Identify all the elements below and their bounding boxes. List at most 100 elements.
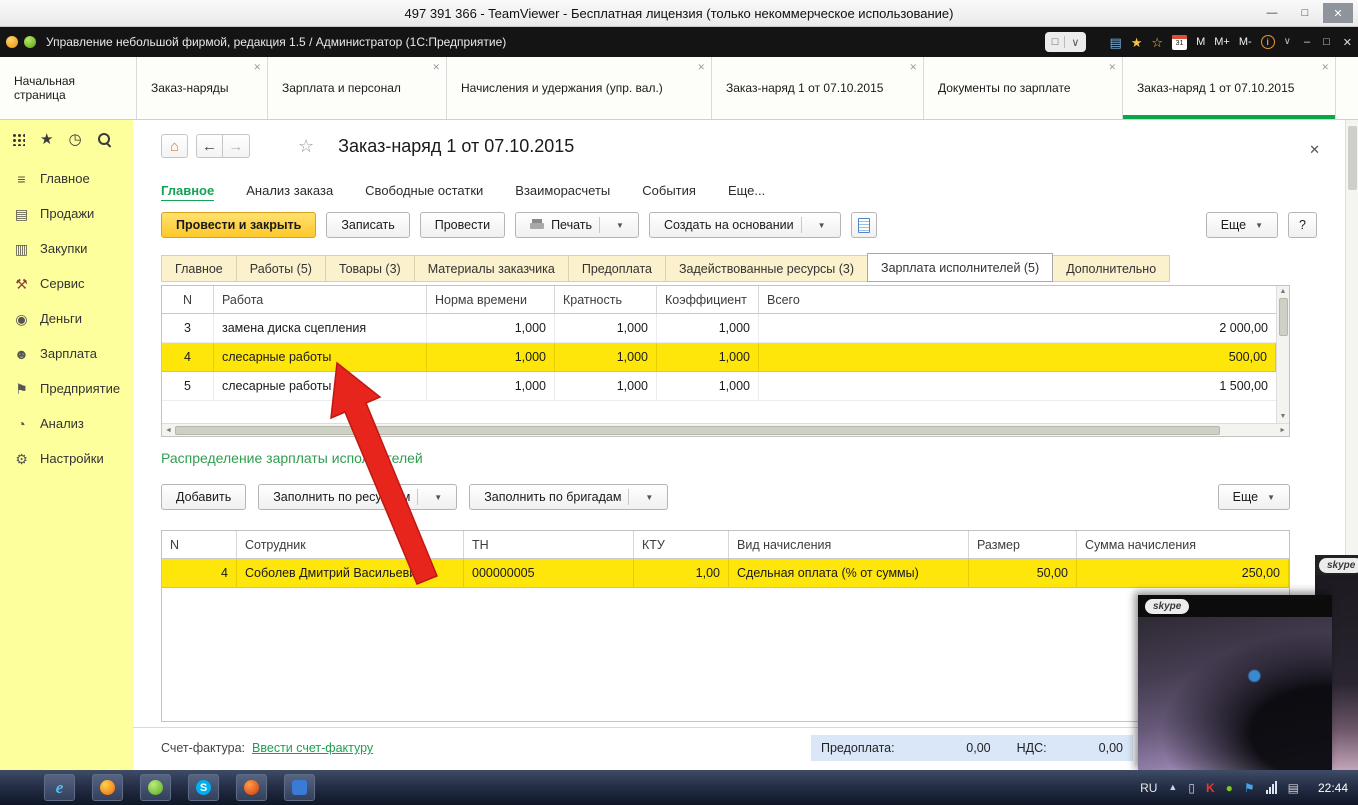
cell-sum[interactable]: 250,00	[1077, 559, 1289, 588]
taskbar-clock[interactable]: 22:44	[1318, 781, 1348, 795]
cell-employee[interactable]: Соболев Дмитрий Васильевич	[237, 559, 464, 588]
taskbar-item-mirc[interactable]	[140, 774, 171, 801]
home-button[interactable]: ⌂	[161, 134, 188, 158]
scroll-down-icon[interactable]: ▼	[1280, 411, 1287, 423]
tab-main[interactable]: Главное	[161, 255, 236, 282]
memory-m-button[interactable]: M	[1196, 36, 1205, 48]
skype-video-window[interactable]: skype	[1138, 595, 1332, 772]
table-row[interactable]: 5 слесарные работы 1,000 1,000 1,000 1 5…	[162, 372, 1276, 401]
taskbar-item-skype[interactable]: S	[188, 774, 219, 801]
sections-menu-icon[interactable]	[12, 133, 25, 146]
more-button[interactable]: Еще ▼	[1218, 484, 1290, 510]
sidebar-item-enterprise[interactable]: ⚑ Предприятие	[0, 371, 133, 406]
tab-accruals-deductions[interactable]: Начисления и удержания (упр. вал.) ✕	[447, 57, 712, 119]
nav-link-settlements[interactable]: Взаиморасчеты	[515, 183, 610, 201]
scroll-thumb[interactable]	[1348, 126, 1357, 190]
tab-home-page[interactable]: Начальная страница	[0, 57, 137, 119]
scroll-thumb[interactable]	[175, 426, 1220, 435]
nav-link-more[interactable]: Еще...	[728, 183, 765, 201]
chevron-down-icon[interactable]: ▼	[1255, 221, 1263, 230]
close-tab-icon[interactable]: ✕	[432, 62, 440, 73]
fill-by-resources-button[interactable]: Заполнить по ресурсам ▼	[258, 484, 457, 510]
scroll-up-icon[interactable]: ▲	[1280, 286, 1287, 298]
minimize-icon[interactable]: –	[1304, 36, 1310, 48]
history-clock-icon[interactable]: ◷	[68, 132, 81, 147]
cell-coef[interactable]: 1,000	[657, 372, 759, 401]
close-icon[interactable]: ✕	[1323, 3, 1353, 23]
close-tab-icon[interactable]: ✕	[253, 62, 261, 73]
cell-total[interactable]: 2 000,00	[759, 314, 1276, 343]
chevron-down-icon[interactable]: ▼	[616, 221, 624, 230]
cell-ktu[interactable]: 1,00	[634, 559, 729, 588]
cell-norm[interactable]: 1,000	[427, 372, 555, 401]
add-button[interactable]: Добавить	[161, 484, 246, 510]
create-based-on-button[interactable]: Создать на основании ▼	[649, 212, 841, 238]
calendar-icon[interactable]: 31	[1172, 35, 1187, 50]
antivirus-icon[interactable]: K	[1206, 782, 1215, 794]
tab-work-orders[interactable]: Заказ-наряды ✕	[137, 57, 268, 119]
teamviewer-session-panel[interactable]: □ ∨	[1045, 32, 1087, 52]
close-tab-icon[interactable]: ✕	[697, 62, 705, 73]
tab-executor-salary[interactable]: Зарплата исполнителей (5)	[867, 253, 1053, 282]
search-icon[interactable]	[97, 132, 112, 147]
nav-link-free-stock[interactable]: Свободные остатки	[365, 183, 483, 201]
close-icon[interactable]: ✕	[1343, 36, 1352, 49]
chevron-down-icon[interactable]: ▼	[1267, 493, 1275, 502]
close-tab-icon[interactable]: ✕	[1321, 62, 1329, 73]
cell-work[interactable]: слесарные работы	[214, 372, 427, 401]
cell-n[interactable]: 4	[162, 559, 237, 588]
table-row-selected[interactable]: 4 Соболев Дмитрий Васильевич 000000005 1…	[162, 559, 1289, 588]
chevron-down-icon[interactable]: ▼	[818, 221, 826, 230]
post-and-close-button[interactable]: Провести и закрыть	[161, 212, 316, 238]
cell-mult[interactable]: 1,000	[555, 314, 657, 343]
tab-goods[interactable]: Товары (3)	[325, 255, 414, 282]
usb-device-icon[interactable]: ▯	[1188, 782, 1195, 794]
horizontal-scrollbar[interactable]: ◄ ►	[162, 423, 1289, 436]
sidebar-item-service[interactable]: ⚒ Сервис	[0, 266, 133, 301]
enter-invoice-link[interactable]: Ввести счет-фактуру	[252, 741, 373, 755]
info-icon[interactable]: i	[1261, 35, 1275, 49]
network-signal-icon[interactable]	[1266, 781, 1277, 794]
tab-additional[interactable]: Дополнительно	[1053, 255, 1170, 282]
column-header[interactable]: N	[162, 286, 214, 313]
table-row-selected[interactable]: 4 слесарные работы 1,000 1,000 1,000 500…	[162, 343, 1276, 372]
column-header[interactable]: Норма времени	[427, 286, 555, 313]
cell-coef[interactable]: 1,000	[657, 343, 759, 372]
cell-work[interactable]: замена диска сцепления	[214, 314, 427, 343]
more-button[interactable]: Еще ▼	[1206, 212, 1278, 238]
scroll-left-icon[interactable]: ◄	[162, 427, 175, 434]
cell-size[interactable]: 50,00	[969, 559, 1077, 588]
tab-work-order-1-active[interactable]: Заказ-наряд 1 от 07.10.2015 ✕	[1123, 57, 1336, 119]
close-tab-icon[interactable]: ✕	[909, 62, 917, 73]
column-header[interactable]: Работа	[214, 286, 427, 313]
column-header[interactable]: Размер	[969, 531, 1077, 558]
column-header[interactable]: Сотрудник	[237, 531, 464, 558]
tab-salary-documents[interactable]: Документы по зарплате ✕	[924, 57, 1123, 119]
chevron-down-icon[interactable]: ∨	[1284, 37, 1291, 47]
help-button[interactable]: ?	[1288, 212, 1317, 238]
back-button[interactable]: ←	[196, 134, 223, 158]
close-form-icon[interactable]: ✕	[1309, 142, 1320, 158]
save-button[interactable]: Записать	[326, 212, 409, 238]
history-star-icon[interactable]: ☆	[1151, 36, 1163, 49]
print-button[interactable]: Печать ▼	[515, 212, 639, 238]
sidebar-item-salary[interactable]: ☻ Зарплата	[0, 336, 133, 371]
cell-total[interactable]: 500,00	[759, 343, 1276, 372]
favorite-star-icon[interactable]: ☆	[298, 136, 314, 157]
table-row[interactable]: 3 замена диска сцепления 1,000 1,000 1,0…	[162, 314, 1276, 343]
cell-n[interactable]: 3	[162, 314, 214, 343]
taskbar-item-blue-app[interactable]	[284, 774, 315, 801]
tab-prepayment[interactable]: Предоплата	[568, 255, 665, 282]
cell-mult[interactable]: 1,000	[555, 343, 657, 372]
column-header[interactable]: Кратность	[555, 286, 657, 313]
vertical-scrollbar[interactable]: ▲ ▼	[1276, 286, 1289, 423]
nav-link-order-analysis[interactable]: Анализ заказа	[246, 183, 333, 201]
cell-coef[interactable]: 1,000	[657, 314, 759, 343]
chevron-down-icon[interactable]: ▼	[645, 493, 653, 502]
cell-norm[interactable]: 1,000	[427, 343, 555, 372]
fullscreen-icon[interactable]: □	[1052, 36, 1059, 48]
column-header[interactable]: N	[162, 531, 237, 558]
clipboard-icon[interactable]: ▤	[1288, 782, 1299, 794]
document-report-button[interactable]	[851, 212, 877, 238]
nav-link-events[interactable]: События	[642, 183, 696, 201]
